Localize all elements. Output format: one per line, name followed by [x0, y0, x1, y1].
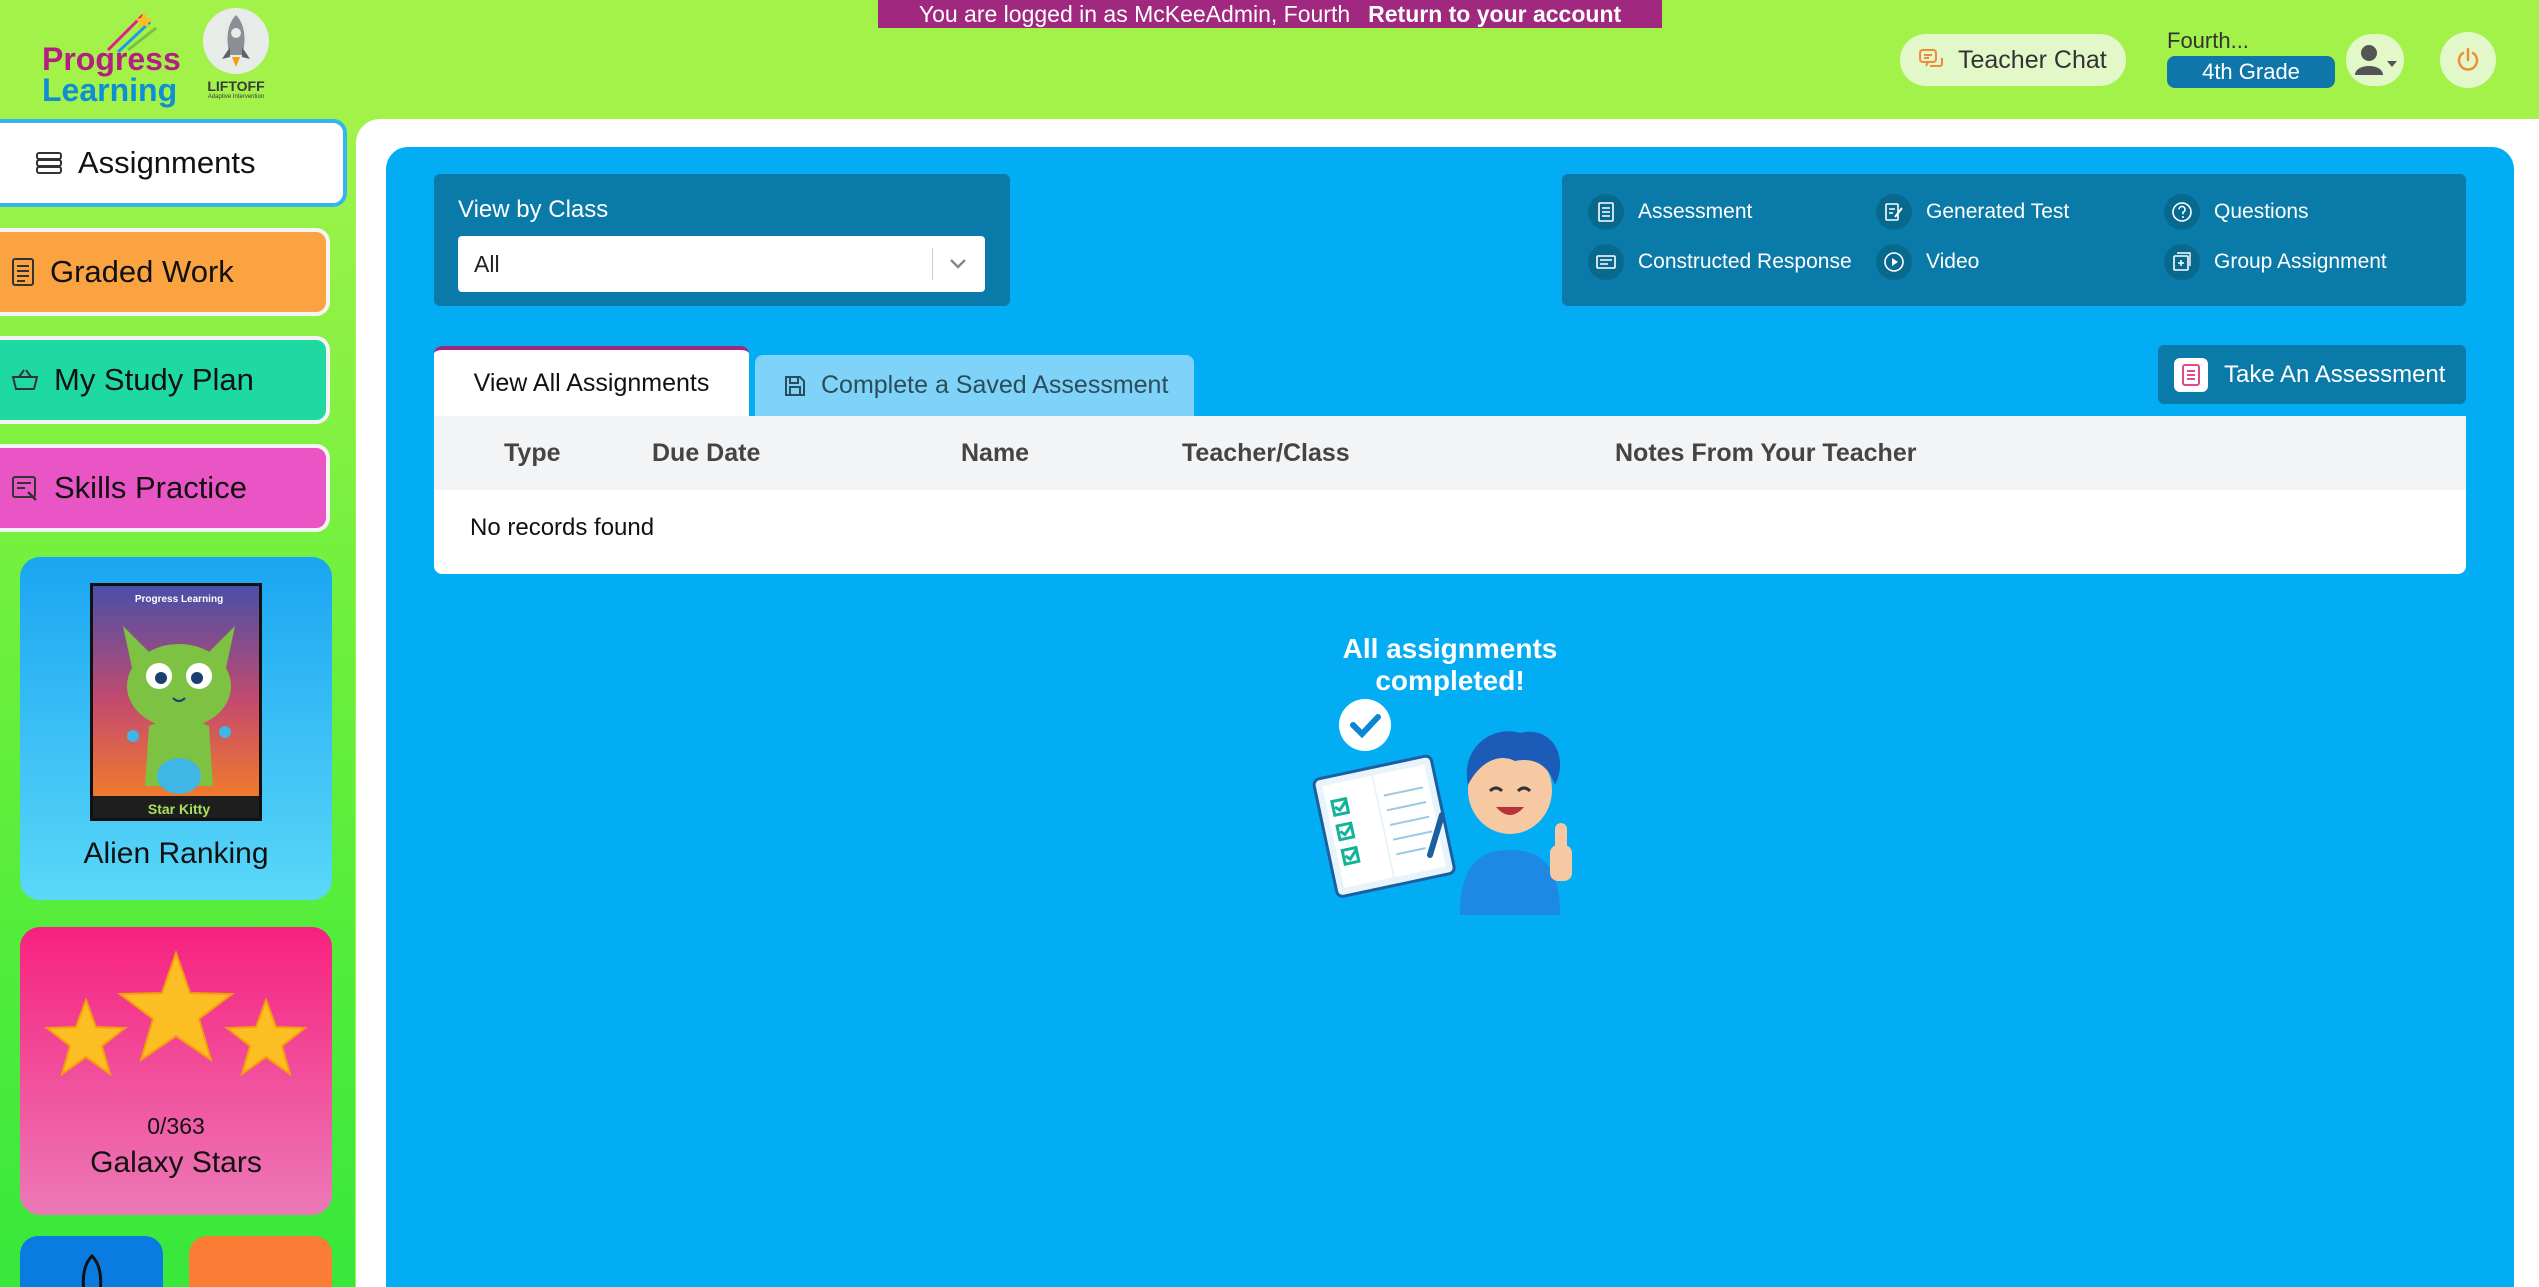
logo-line1: Progress	[42, 41, 181, 77]
legend-label: Assessment	[1638, 200, 1753, 223]
sidebar-item-graded-work[interactable]: Graded Work	[0, 228, 330, 316]
save-icon	[785, 375, 805, 396]
star-kitty-image	[93, 586, 259, 818]
liftoff-sub: Adaptive Intervention	[207, 94, 265, 100]
column-due-date[interactable]: Due Date	[652, 439, 760, 468]
sidebar-item-assignments[interactable]: Assignments	[0, 119, 347, 207]
legend-group-assignment: Group Assignment	[2164, 244, 2387, 280]
poster-label: Star Kitty	[147, 801, 211, 817]
liftoff-logo[interactable]: LIFTOFF Adaptive Intervention	[200, 8, 272, 112]
practice-icon	[12, 476, 37, 501]
legend-label: Group Assignment	[2214, 250, 2387, 273]
constructed-response-icon	[1588, 244, 1624, 280]
star-kitty-poster: Progress Learning Star Kitty	[90, 583, 262, 821]
logo-line2: Learning	[42, 72, 178, 108]
select-divider	[932, 248, 933, 280]
user-info: Fourth... 4th Grade	[2167, 28, 2337, 88]
boy-with-checklist-illustration	[1312, 699, 1572, 915]
sidebar-item-skills-practice[interactable]: Skills Practice	[0, 444, 330, 532]
power-icon	[2457, 47, 2479, 71]
sidebar-item-label: My Study Plan	[54, 362, 254, 397]
legend-label: Video	[1926, 250, 1980, 273]
empty-table-message: No records found	[470, 514, 655, 541]
column-teacher-class[interactable]: Teacher/Class	[1182, 439, 1350, 468]
assessment-notebook-icon	[2174, 357, 2208, 392]
teacher-chat-label: Teacher Chat	[1958, 45, 2107, 74]
galaxy-stars-count: 0/363	[147, 1113, 205, 1139]
stars-icon	[44, 949, 308, 1077]
column-notes[interactable]: Notes From Your Teacher	[1615, 439, 1916, 468]
rocket-card[interactable]	[20, 1236, 163, 1287]
impersonation-banner: You are logged in as McKeeAdmin, Fourth …	[878, 0, 1662, 28]
legend-questions: Questions	[2164, 194, 2309, 230]
basket-icon	[11, 369, 39, 390]
legend-label: Questions	[2214, 200, 2309, 223]
completion-message: All assignments completed!	[1300, 633, 1600, 697]
galaxy-stars-card[interactable]: 0/363 Galaxy Stars	[20, 927, 332, 1215]
tab-view-all-assignments[interactable]: View All Assignments	[434, 346, 749, 416]
sidebar: Assignments Graded Work My Study Plan Sk…	[0, 110, 355, 1287]
logout-button[interactable]	[2440, 32, 2496, 88]
take-an-assessment-label: Take An Assessment	[2224, 360, 2446, 388]
user-name: Fourth...	[2167, 28, 2249, 53]
sidebar-item-label: Assignments	[78, 145, 256, 180]
liftoff-word: LIFTOFF	[207, 78, 265, 94]
alien-ranking-card[interactable]: Progress Learning Star Kitty Alien Ranki…	[20, 557, 332, 900]
tab-complete-saved-assessment[interactable]: Complete a Saved Assessment	[755, 355, 1194, 416]
rocket-outline-icon	[81, 1253, 103, 1287]
sidebar-item-label: Skills Practice	[54, 470, 247, 505]
class-select[interactable]: All	[458, 236, 985, 292]
legend-label: Constructed Response	[1638, 250, 1852, 273]
column-name[interactable]: Name	[961, 439, 1029, 468]
legend-assessment: Assessment	[1588, 194, 1752, 230]
rocket-icon	[203, 8, 269, 74]
generated-test-icon	[1876, 194, 1912, 230]
stack-icon	[36, 152, 62, 174]
video-icon	[1876, 244, 1912, 280]
account-menu-button[interactable]	[2346, 34, 2404, 86]
sidebar-item-my-study-plan[interactable]: My Study Plan	[0, 336, 330, 424]
return-to-account-link[interactable]: Return to your account	[1368, 1, 1621, 28]
legend-generated-test: Generated Test	[1876, 194, 2069, 230]
alien-ranking-title: Alien Ranking	[83, 837, 269, 870]
class-filter-label: View by Class	[458, 196, 609, 223]
sidebar-item-label: Graded Work	[50, 254, 234, 289]
galaxy-stars-title: Galaxy Stars	[90, 1146, 262, 1179]
tab-label: View All Assignments	[473, 368, 710, 397]
table-header: Type Due Date Name Teacher/Class Notes F…	[434, 416, 2466, 490]
assignment-type-legend: Assessment Generated Test Questions Cons…	[1562, 174, 2466, 306]
teacher-chat-button[interactable]: Teacher Chat	[1900, 34, 2126, 86]
completion-line2: completed!	[1375, 665, 1525, 696]
legend-video: Video	[1876, 244, 1979, 280]
assessment-icon	[1588, 194, 1624, 230]
take-an-assessment-button[interactable]: Take An Assessment	[2158, 345, 2466, 404]
orange-card[interactable]	[189, 1236, 332, 1287]
completion-line1: All assignments	[1342, 633, 1558, 664]
document-icon	[12, 258, 34, 286]
chevron-down-icon	[950, 259, 966, 269]
chat-icon	[1919, 49, 1943, 67]
legend-label: Generated Test	[1926, 200, 2070, 223]
class-filter: View by Class All	[434, 174, 1010, 306]
questions-icon	[2164, 194, 2200, 230]
grade-badge: 4th Grade	[2167, 56, 2335, 88]
legend-constructed-response: Constructed Response	[1588, 244, 1852, 280]
group-assignment-icon	[2164, 244, 2200, 280]
assignments-table: Type Due Date Name Teacher/Class Notes F…	[434, 416, 2466, 574]
class-select-value: All	[474, 250, 500, 277]
poster-brand: Progress Learning	[134, 594, 224, 605]
tab-label: Complete a Saved Assessment	[821, 371, 1169, 399]
column-type[interactable]: Type	[504, 439, 561, 468]
user-avatar-icon	[2355, 45, 2397, 75]
logged-in-text: You are logged in as McKeeAdmin, Fourth	[918, 0, 1351, 27]
